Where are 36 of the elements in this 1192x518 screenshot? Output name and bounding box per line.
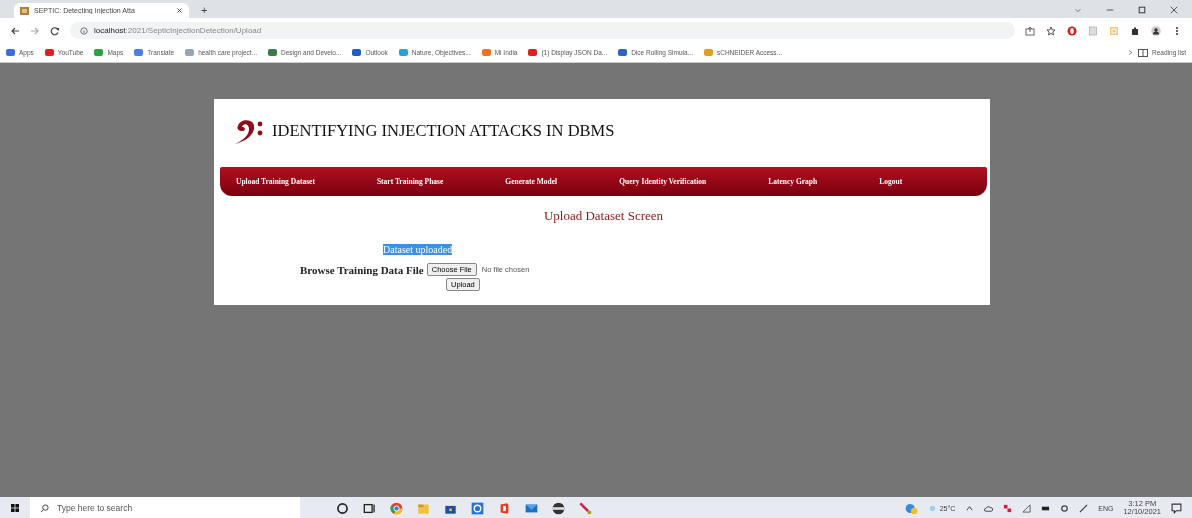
site-title: IDENTIFYING INJECTION ATTACKS IN DBMS bbox=[272, 121, 615, 141]
caret-up-icon[interactable] bbox=[965, 503, 975, 513]
field-label: Browse Training Data File bbox=[300, 263, 424, 276]
back-arrow-icon[interactable] bbox=[10, 25, 20, 36]
cloud-icon[interactable] bbox=[984, 503, 994, 513]
reload-icon[interactable] bbox=[50, 25, 60, 36]
cortana-circle-icon[interactable] bbox=[336, 501, 349, 515]
taskbar-search-field[interactable]: Type here to search bbox=[30, 497, 300, 518]
windows-start-icon[interactable] bbox=[10, 503, 20, 513]
close-icon[interactable] bbox=[1170, 6, 1178, 14]
browser-circle-icon[interactable] bbox=[390, 501, 403, 515]
address-bar[interactable]: localhost:2021/SepticInjectionDetection/Upload bbox=[70, 22, 1015, 39]
network-icon[interactable] bbox=[1022, 503, 1032, 513]
favicon-icon bbox=[20, 6, 29, 15]
url-text: localhost:2021/SepticInjectionDetection/Upload bbox=[94, 26, 262, 35]
status-message: Dataset uploaded bbox=[383, 244, 453, 255]
people-icon[interactable] bbox=[904, 501, 918, 515]
disc-icon[interactable] bbox=[552, 501, 565, 515]
notifications-icon[interactable] bbox=[1171, 502, 1182, 514]
search-icon bbox=[40, 503, 49, 513]
pen-icon[interactable] bbox=[579, 501, 592, 515]
close-icon[interactable] bbox=[176, 7, 183, 14]
page-heading: Upload Dataset Screen bbox=[542, 208, 665, 224]
circle-extension-icon[interactable] bbox=[1067, 25, 1077, 36]
task-view-icon[interactable] bbox=[363, 501, 376, 515]
mail-square-icon[interactable] bbox=[471, 501, 484, 515]
share-icon[interactable] bbox=[1025, 25, 1035, 36]
reading-list-icon bbox=[1138, 48, 1149, 57]
app-tray-icon[interactable] bbox=[1003, 503, 1013, 513]
maximize-icon[interactable] bbox=[1138, 6, 1146, 14]
info-icon bbox=[80, 26, 88, 35]
new-tab-button[interactable]: + bbox=[201, 4, 208, 16]
office-icon[interactable] bbox=[498, 501, 511, 515]
star-icon[interactable] bbox=[1046, 25, 1056, 36]
profile-icon[interactable] bbox=[1151, 25, 1161, 36]
chevron-right-icon[interactable] bbox=[1127, 49, 1135, 56]
